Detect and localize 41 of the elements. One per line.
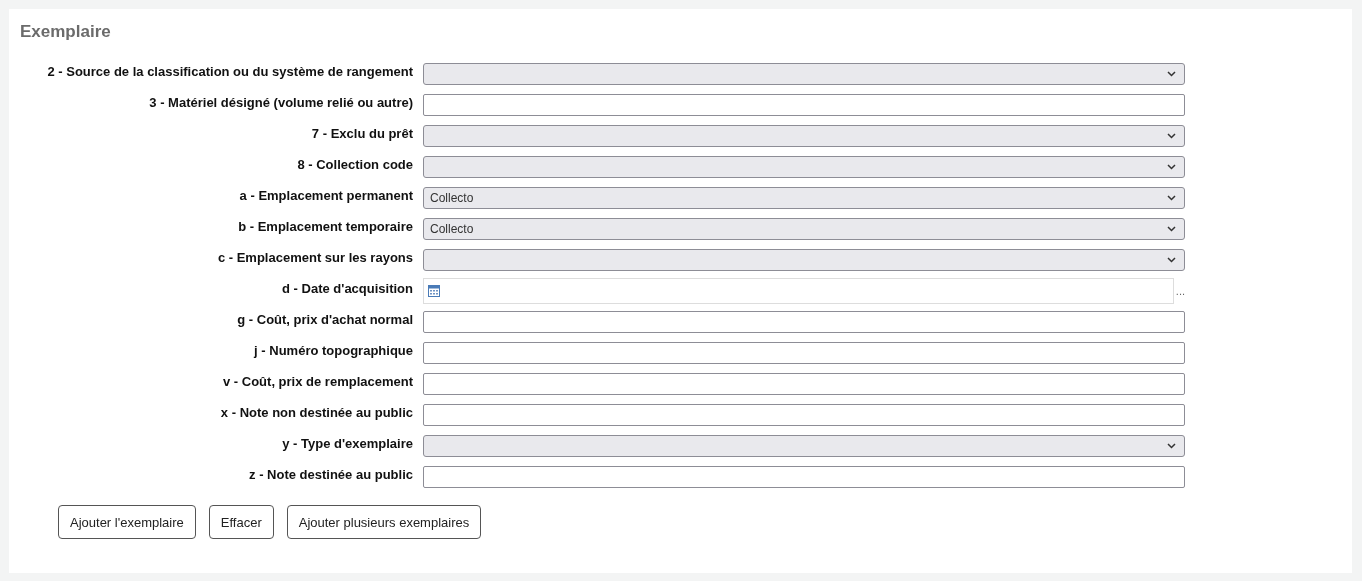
field-label: 8 - Collection code	[296, 156, 413, 174]
text-field[interactable]	[423, 94, 1185, 116]
field-label: x - Note non destinée au public	[219, 404, 413, 422]
select-field[interactable]: Collecto	[423, 187, 1185, 209]
section-title: Exemplaire	[20, 21, 112, 43]
field-label: y - Type d'exemplaire	[281, 435, 413, 453]
field-label: 7 - Exclu du prêt	[310, 125, 413, 143]
caret-icon	[1167, 226, 1176, 232]
form-button[interactable]: Effacer	[208, 505, 274, 539]
text-field[interactable]	[423, 342, 1185, 364]
field-label: a - Emplacement permanent	[238, 187, 413, 205]
text-field[interactable]	[423, 311, 1185, 333]
caret-icon	[1167, 257, 1176, 263]
text-field[interactable]	[423, 404, 1185, 426]
select-field[interactable]	[423, 156, 1185, 178]
caret-icon	[1167, 443, 1176, 449]
form-button[interactable]: Ajouter l'exemplaire	[58, 505, 196, 539]
text-field[interactable]	[423, 373, 1185, 395]
select-field[interactable]	[423, 63, 1185, 85]
form-button[interactable]: Ajouter plusieurs exemplaires	[286, 505, 482, 539]
caret-icon	[1167, 195, 1176, 201]
field-label: v - Coût, prix de remplacement	[222, 373, 413, 391]
field-label: c - Emplacement sur les rayons	[216, 249, 413, 267]
field-label: z - Note destinée au public	[248, 466, 413, 484]
field-label: j - Numéro topographique	[252, 342, 413, 360]
date-field[interactable]	[423, 278, 1174, 304]
text-field[interactable]	[423, 466, 1185, 488]
calendar-icon	[428, 285, 440, 297]
select-field[interactable]	[423, 125, 1185, 147]
field-label: g - Coût, prix d'achat normal	[236, 311, 413, 329]
caret-icon	[1167, 133, 1176, 139]
field-label: 2 - Source de la classification ou du système de rangement	[46, 63, 413, 81]
date-picker-link[interactable]: ...	[1175, 285, 1185, 297]
select-field[interactable]: Collecto	[423, 218, 1185, 240]
select-field[interactable]	[423, 435, 1185, 457]
field-label: 3 - Matériel désigné (volume relié ou autre)	[148, 94, 413, 112]
caret-icon	[1167, 71, 1176, 77]
caret-icon	[1167, 164, 1176, 170]
select-field[interactable]	[423, 249, 1185, 271]
field-label: d - Date d'acquisition	[281, 280, 413, 298]
field-label: b - Emplacement temporaire	[237, 218, 413, 236]
